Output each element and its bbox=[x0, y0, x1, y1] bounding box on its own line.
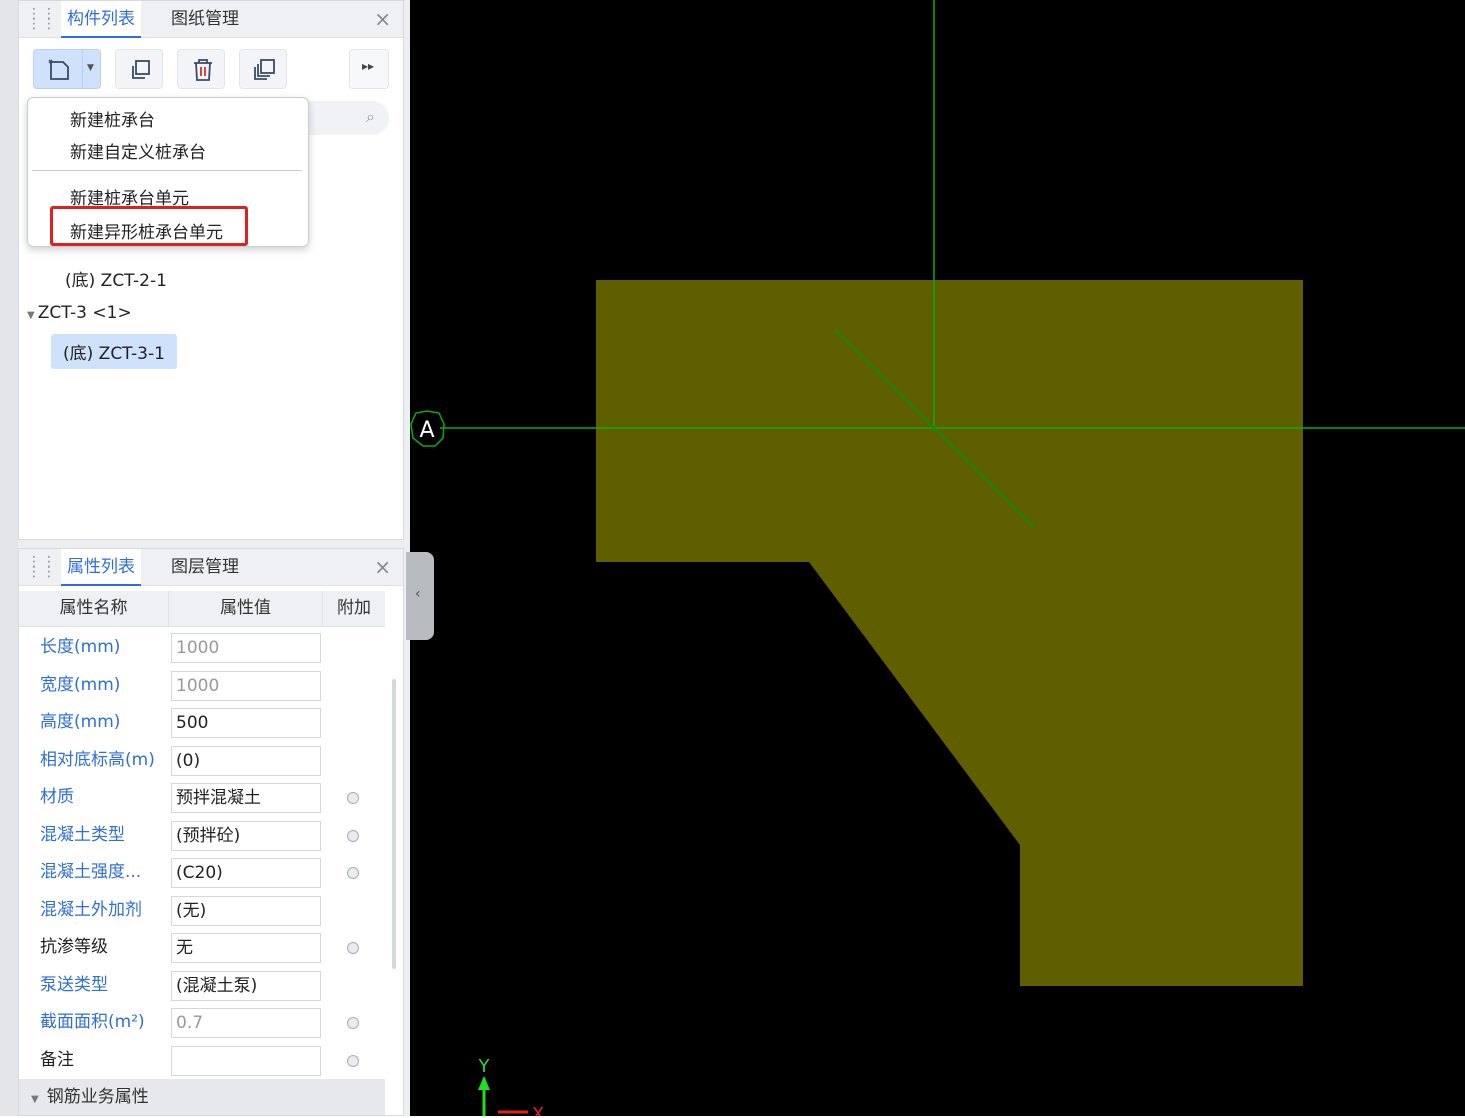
sidebar-strip bbox=[0, 0, 18, 1116]
collapse-panel-button[interactable]: ‹ bbox=[406, 552, 434, 640]
irregular-pile-cap-shape[interactable] bbox=[596, 280, 1303, 986]
caret-down-icon[interactable]: ▼ bbox=[27, 310, 35, 321]
tab-property-list[interactable]: 属性列表 bbox=[61, 549, 141, 586]
property-name: 高度(mm) bbox=[40, 712, 121, 732]
property-row[interactable]: 抗渗等级 无 bbox=[19, 929, 385, 966]
col-property-value: 属性值 bbox=[169, 591, 323, 627]
canvas-svg: A Y X bbox=[410, 0, 1465, 1116]
extra-radio[interactable] bbox=[347, 1017, 359, 1029]
property-value-input[interactable] bbox=[171, 1045, 321, 1076]
new-component-menu: 新建桩承台 新建自定义桩承台 新建桩承台单元 新建异形桩承台单元 bbox=[27, 97, 309, 247]
property-value-input[interactable]: 500 bbox=[171, 708, 321, 738]
y-axis-arrowhead bbox=[478, 1076, 490, 1090]
property-value-input[interactable]: (预拌砼) bbox=[171, 820, 321, 851]
caret-down-icon: ▼ bbox=[31, 1094, 39, 1105]
property-row[interactable]: 相对底标高(m) (0) bbox=[19, 742, 385, 779]
property-name: 混凝土强度... bbox=[40, 862, 142, 882]
property-value-input[interactable]: (0) bbox=[171, 745, 321, 776]
new-component-button[interactable] bbox=[33, 49, 83, 89]
drag-grip-icon[interactable]: ⋮⋮ ⋮⋮ bbox=[27, 7, 56, 31]
scrollbar[interactable] bbox=[392, 679, 396, 969]
property-table-header: 属性名称 属性值 附加 bbox=[19, 591, 385, 627]
y-axis-label: Y bbox=[478, 1056, 491, 1077]
tab-layer-management[interactable]: 图层管理 bbox=[165, 549, 245, 586]
highlight-box bbox=[50, 206, 248, 246]
properties-panel: ⋮⋮ ⋮⋮ 属性列表 图层管理 × 属性名称 属性值 附加 长度(mm) 1000 宽… bbox=[18, 548, 404, 1116]
extra-radio[interactable] bbox=[347, 792, 359, 804]
property-name: 相对底标高(m) bbox=[40, 749, 155, 770]
property-name: 宽度(mm) bbox=[40, 674, 121, 695]
property-row[interactable]: 混凝土强度... (C20) bbox=[19, 854, 385, 891]
chevron-down-icon: ▼ bbox=[87, 63, 94, 73]
property-name: 截面面积(m²) bbox=[40, 1012, 145, 1032]
extra-radio[interactable] bbox=[347, 867, 359, 879]
property-name: 备注 bbox=[40, 1049, 74, 1070]
group-label: 钢筋业务属性 bbox=[46, 1087, 149, 1107]
property-value-input[interactable]: 1000 bbox=[171, 670, 321, 701]
extra-radio[interactable] bbox=[347, 829, 359, 842]
tab-component-list[interactable]: 构件列表 bbox=[61, 1, 141, 38]
new-component-dropdown-toggle[interactable]: ▼ bbox=[83, 49, 101, 89]
x-axis-label: X bbox=[532, 1104, 544, 1116]
extra-radio[interactable] bbox=[347, 942, 359, 954]
property-row[interactable]: 材质 预拌混凝土 bbox=[19, 779, 385, 816]
component-toolbar: ▼ ▸▸ bbox=[19, 41, 403, 97]
double-chevron-right-icon: ▸▸ bbox=[362, 59, 375, 73]
tree-group-label: ZCT-3 <1> bbox=[37, 303, 132, 323]
component-list-panel: ⋮⋮ ⋮⋮ 构件列表 图纸管理 × ▼ ▸▸ ⌕ 新建桩承台 新建自定义桩承台 … bbox=[18, 0, 404, 540]
tab-drawing-management[interactable]: 图纸管理 bbox=[165, 1, 245, 38]
properties-tabbar: ⋮⋮ ⋮⋮ 属性列表 图层管理 × bbox=[19, 549, 403, 586]
property-row[interactable]: 高度(mm) 500 bbox=[19, 704, 385, 741]
property-name: 抗渗等级 bbox=[40, 937, 108, 957]
close-icon[interactable]: × bbox=[374, 7, 391, 31]
property-row[interactable]: 泵送类型 (混凝土泵) bbox=[19, 967, 385, 1004]
more-button[interactable]: ▸▸ bbox=[349, 49, 389, 89]
menu-item-new-custom-pile-cap[interactable]: 新建自定义桩承台 bbox=[70, 138, 206, 163]
property-row[interactable]: 混凝土外加剂 (无) bbox=[19, 892, 385, 929]
left-sidebar: ⋮⋮ ⋮⋮ 构件列表 图纸管理 × ▼ ▸▸ ⌕ 新建桩承台 新建自定义桩承台 … bbox=[0, 0, 410, 1116]
property-row[interactable]: 长度(mm) 1000 bbox=[19, 629, 385, 666]
property-value-input[interactable]: 1000 bbox=[171, 633, 321, 663]
tree-item-zct-2-1[interactable]: (底) ZCT-2-1 bbox=[65, 266, 167, 291]
property-row[interactable]: 混凝土类型 (预拌砼) bbox=[19, 817, 385, 854]
property-name: 材质 bbox=[40, 787, 74, 807]
chevron-left-icon: ‹ bbox=[415, 586, 421, 602]
copy-icon bbox=[132, 60, 150, 79]
rebar-properties-group[interactable]: ▼ 钢筋业务属性 bbox=[19, 1079, 385, 1115]
col-extra: 附加 bbox=[337, 598, 371, 618]
property-name: 泵送类型 bbox=[40, 974, 108, 995]
property-value-input[interactable]: (混凝土泵) bbox=[171, 970, 321, 1001]
property-value-input[interactable]: 预拌混凝土 bbox=[171, 783, 321, 813]
new-file-icon bbox=[48, 59, 69, 80]
axis-label-a: A bbox=[419, 418, 434, 443]
property-row[interactable]: 宽度(mm) 1000 bbox=[19, 667, 385, 704]
drag-grip-icon[interactable]: ⋮⋮ ⋮⋮ bbox=[27, 555, 56, 579]
close-icon[interactable]: × bbox=[374, 555, 391, 579]
tree-group-zct-3[interactable]: ▼ ZCT-3 <1> bbox=[27, 303, 132, 323]
menu-separator bbox=[32, 170, 302, 171]
property-value-input[interactable]: (无) bbox=[171, 895, 321, 926]
tree-item-zct-3-1-selected[interactable]: (底) ZCT-3-1 bbox=[51, 334, 177, 369]
drawing-canvas[interactable]: A Y X bbox=[410, 0, 1465, 1116]
property-value-input[interactable]: 无 bbox=[171, 933, 321, 963]
property-name: 混凝土类型 bbox=[40, 824, 125, 845]
property-value-input[interactable]: (C20) bbox=[171, 858, 321, 888]
layer-copy-button[interactable] bbox=[239, 49, 287, 89]
trash-icon bbox=[194, 59, 212, 81]
extra-radio[interactable] bbox=[347, 1054, 359, 1067]
component-tabbar: ⋮⋮ ⋮⋮ 构件列表 图纸管理 × bbox=[19, 1, 403, 38]
search-icon: ⌕ bbox=[366, 107, 375, 126]
copy-button[interactable] bbox=[115, 49, 163, 89]
property-row[interactable]: 截面面积(m²) 0.7 bbox=[19, 1004, 385, 1041]
col-property-name: 属性名称 bbox=[19, 591, 169, 627]
menu-item-new-pile-cap[interactable]: 新建桩承台 bbox=[70, 106, 155, 131]
layer-copy-icon bbox=[254, 59, 275, 80]
property-name: 混凝土外加剂 bbox=[40, 899, 142, 920]
delete-button[interactable] bbox=[177, 49, 225, 89]
property-row[interactable]: 备注 bbox=[19, 1042, 385, 1079]
property-value-input[interactable]: 0.7 bbox=[171, 1008, 321, 1038]
property-name: 长度(mm) bbox=[40, 637, 121, 657]
